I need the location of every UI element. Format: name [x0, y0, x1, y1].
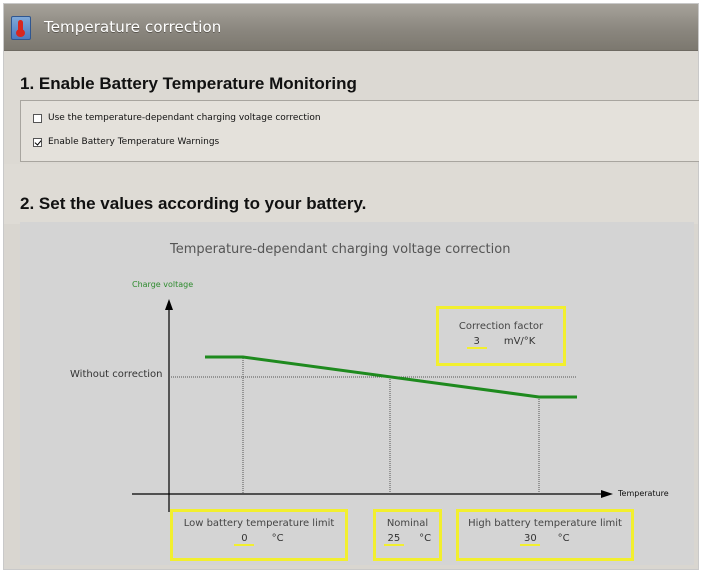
nominal-label: Nominal: [386, 518, 429, 529]
correction-factor-box: Correction factor 3 mV/°K: [436, 306, 566, 366]
low-limit-unit: °C: [271, 533, 284, 544]
x-axis-arrow: [601, 490, 613, 498]
nominal-box: Nominal 25 °C: [373, 509, 442, 561]
nominal-unit: °C: [419, 533, 432, 544]
high-limit-input[interactable]: 30: [520, 533, 541, 546]
correction-factor-input[interactable]: 3: [466, 336, 487, 349]
low-limit-input[interactable]: 0: [234, 533, 255, 546]
high-limit-label: High battery temperature limit: [468, 518, 622, 529]
y-axis-label: Charge voltage: [132, 280, 194, 289]
nominal-input[interactable]: 25: [383, 533, 404, 546]
low-limit-label: Low battery temperature limit: [183, 518, 335, 529]
correction-factor-unit: mV/°K: [503, 336, 536, 347]
y-axis-arrow: [165, 299, 173, 310]
high-limit-box: High battery temperature limit 30 °C: [456, 509, 634, 561]
x-axis-label: Temperature: [618, 489, 669, 498]
high-limit-unit: °C: [557, 533, 570, 544]
correction-factor-label: Correction factor: [458, 321, 544, 332]
correction-diagram: [132, 299, 613, 512]
low-limit-box: Low battery temperature limit 0 °C: [170, 509, 348, 561]
without-correction-label: Without correction: [70, 369, 163, 380]
